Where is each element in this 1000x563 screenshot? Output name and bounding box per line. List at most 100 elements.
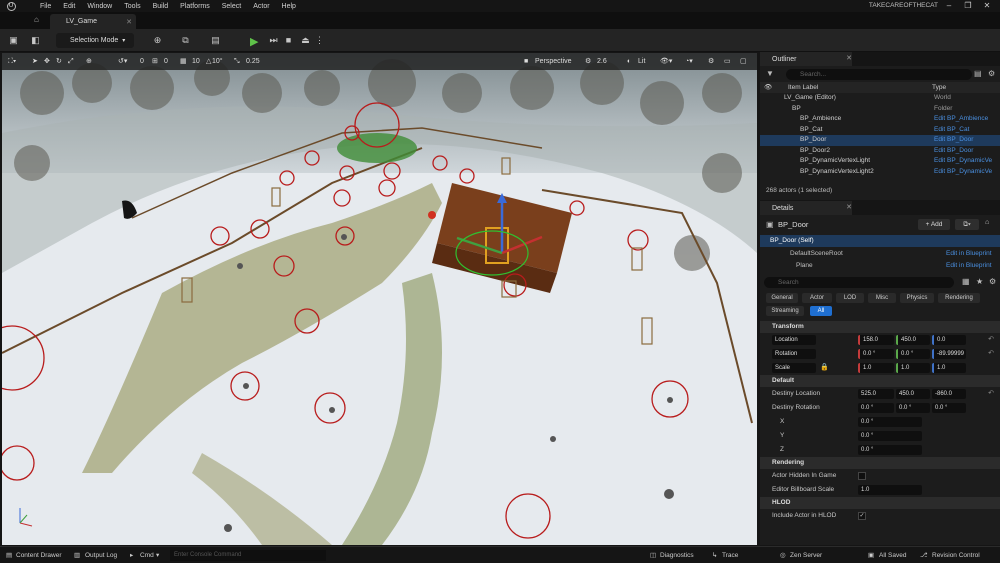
scale-snap-icon[interactable]: ⤡ [234,56,240,67]
outliner-row[interactable]: BP_Ambience Edit BP_Ambience [760,114,1000,125]
scale-x[interactable]: 1.0 [858,363,894,373]
section-hlod[interactable]: HLOD [760,497,1000,509]
trace-button[interactable]: Trace [722,550,738,561]
billboard-scale-value[interactable]: 1.0 [858,485,922,495]
actor-hidden-checkbox[interactable] [858,472,866,480]
location-z[interactable]: 0.0 [932,335,966,345]
y-value[interactable]: 0.0 ° [858,431,922,441]
filter-icon[interactable]: ▼ [766,69,774,78]
menu-help[interactable]: Help [276,3,302,10]
level-viewport[interactable]: ⛶▾ ➤ ✥ ↻ ⤢ ⊕ ↺▾ 0 ⊞ 0 ▦ 10 △ 10° ⤡ 0.25 … [2,53,757,545]
section-rendering[interactable]: Rendering [760,457,1000,469]
minimize-icon[interactable]: – [940,0,958,12]
move-icon[interactable]: ✥ [44,56,50,67]
outliner-row[interactable]: LV_Game (Editor) World [760,93,1000,104]
output-log-button[interactable]: Output Log [85,550,117,561]
component-root-row[interactable]: DefaultSceneRoot Edit in Blueprint [760,247,1000,260]
scale-z[interactable]: 1.0 [932,363,966,373]
outliner-row-type[interactable]: Edit BP_Ambience [934,114,988,125]
zen-server-button[interactable]: Zen Server [790,550,822,561]
add-folder-icon[interactable]: ▤ [974,69,982,78]
details-settings-icon[interactable]: ⚙ [989,277,996,286]
rotation-z[interactable]: -89.99999 [932,349,966,359]
location-x[interactable]: 158.0 [858,335,894,345]
revision-control-button[interactable]: Revision Control [932,550,980,561]
reset-rotation-icon[interactable]: ↶ [988,347,994,361]
location-y[interactable]: 450.0 [896,335,930,345]
outliner-search-input[interactable]: Search... [786,69,972,80]
blueprint-options-icon[interactable]: ⧉▾ [955,219,979,230]
grid-icon[interactable]: ⊞ [152,56,158,67]
col-item-label[interactable]: Item Label [788,84,818,91]
surface-snap-icon[interactable]: ↺▾ [118,56,127,67]
favorite-icon[interactable]: ★ [976,277,983,286]
outliner-row[interactable]: BP_DynamicVertexLight2 Edit BP_DynamicVe [760,167,1000,178]
blueprint-icon[interactable]: ⧉ [180,35,191,46]
cmd-dropdown[interactable]: Cmd [140,550,154,561]
lock-icon[interactable]: ⌂ [985,219,989,226]
content-drawer-button[interactable]: Content Drawer [16,550,62,561]
tab-misc[interactable]: Misc [868,293,896,303]
menu-select[interactable]: Select [216,3,247,10]
z-value[interactable]: 0.0 ° [858,445,922,455]
reset-destiny-location-icon[interactable]: ↶ [988,387,994,401]
console-input[interactable]: Enter Console Command [170,550,326,561]
all-saved-button[interactable]: All Saved [879,550,906,561]
step-icon[interactable]: ⏭ [268,35,279,46]
tab-rendering[interactable]: Rendering [938,293,980,303]
unreal-logo-icon[interactable]: U [4,0,18,12]
eject-icon[interactable]: ⏏ [300,35,311,46]
destiny-rotation-z[interactable]: 0.0 ° [932,403,966,413]
tab-physics[interactable]: Physics [900,293,934,303]
rotate-snap-value[interactable]: 10° [212,56,223,67]
rotation-y[interactable]: 0.0 ° [896,349,930,359]
select-mode-icon[interactable]: ⛶▾ [8,56,16,67]
location-dropdown[interactable]: Location [772,335,816,345]
stop-icon[interactable]: ■ [283,35,294,46]
destiny-rotation-x[interactable]: 0.0 ° [858,403,894,413]
rotation-dropdown[interactable]: Rotation [772,349,816,359]
perspective-dropdown[interactable]: Perspective [535,56,572,67]
tab-general[interactable]: General [766,293,798,303]
lit-dropdown[interactable]: Lit [638,56,645,67]
tab-lod[interactable]: LOD [836,293,864,303]
selection-mode-dropdown[interactable]: Selection Mode ▾ [56,33,134,48]
diagnostics-button[interactable]: Diagnostics [660,550,694,561]
tab-level[interactable]: LV_Game ✕ [50,14,136,29]
scale-lock-icon[interactable]: 🔒 [820,361,829,375]
scale-y[interactable]: 1.0 [896,363,930,373]
edit-blueprint-link[interactable]: Edit in Blueprint [946,250,992,257]
grid-snap-icon[interactable]: ▦ [180,56,187,67]
home-icon[interactable]: ⌂ [34,15,46,27]
tab-all[interactable]: All [810,306,832,316]
rotation-x[interactable]: 0.0 ° [858,349,894,359]
outliner-row-type[interactable]: Edit BP_Door [934,135,973,146]
maximize-viewport-icon[interactable]: ▢ [740,56,747,67]
close-tab-icon[interactable]: ✕ [126,18,132,26]
reset-location-icon[interactable]: ↶ [988,333,994,347]
destiny-location-x[interactable]: 525.0 [858,389,894,399]
world-icon[interactable]: ⊕ [86,56,92,67]
x-value[interactable]: 0.0 ° [858,417,922,427]
outliner-row-type[interactable]: Edit BP_DynamicVe [934,167,992,178]
maximize-icon[interactable]: ❐ [959,0,977,12]
menu-edit[interactable]: Edit [57,3,81,10]
count-b-value[interactable]: 0 [164,56,168,67]
scale-icon[interactable]: ⤢ [68,56,74,67]
outliner-row[interactable]: BP_DynamicVertexLight Edit BP_DynamicVe [760,156,1000,167]
fov-value[interactable]: 2.6 [597,56,607,67]
col-type[interactable]: Type [932,84,946,91]
source-control-icon[interactable]: ◧ [30,35,41,46]
menu-platforms[interactable]: Platforms [174,3,216,10]
outliner-settings-icon[interactable]: ⚙ [988,69,995,78]
close-details-icon[interactable]: ✕ [846,203,852,211]
add-actor-icon[interactable]: ⊕ [152,35,163,46]
outliner-row[interactable]: BP_Door2 Edit BP_Door [760,146,1000,157]
realtime-icon[interactable]: ◔▾ [685,56,693,67]
grid-snap-value[interactable]: 10 [192,56,200,67]
count-a-value[interactable]: 0 [140,56,144,67]
show-icon[interactable]: 👁▾ [660,56,672,67]
destiny-location-z[interactable]: -860.0 [932,389,966,399]
section-transform[interactable]: Transform [760,321,1000,333]
select-arrow-icon[interactable]: ➤ [32,56,38,67]
